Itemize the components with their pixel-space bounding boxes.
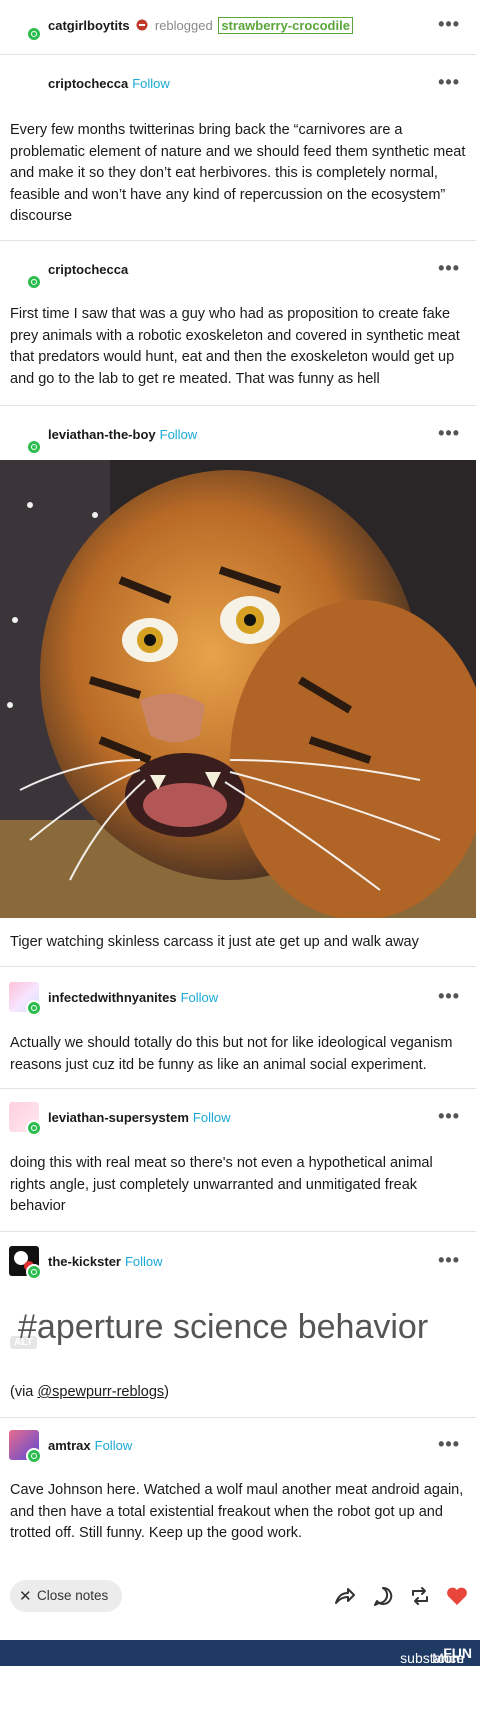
share-icon[interactable] [333,1585,355,1607]
post-header: criptochecca Follow ••• [0,66,476,106]
reblog-badge-icon [26,1000,42,1016]
post-header: leviathan-the-boy Follow ••• [0,417,476,457]
watermark-text: More like this at FUN substance .com [400,1645,472,1714]
more-options-icon[interactable]: ••• [438,258,460,279]
follow-button[interactable]: Follow [160,427,198,442]
post-header: leviathan-supersystem Follow ••• [0,1098,476,1138]
post-text: First time I saw that was a guy who had … [10,306,460,387]
more-options-icon[interactable]: ••• [438,423,460,444]
via-line: (via @spewpurr-reblogs) [10,1384,169,1400]
follow-button[interactable]: Follow [181,990,219,1005]
blog-badge-icon [136,19,148,31]
comment-icon[interactable] [372,1585,394,1607]
more-options-icon[interactable]: ••• [438,1434,460,1455]
more-options-icon[interactable]: ••• [438,1250,460,1271]
more-options-icon[interactable]: ••• [438,72,460,93]
post-text: Cave Johnson here. Watched a wolf maul a… [10,1482,464,1541]
header-username-text[interactable]: catgirlboytits [48,18,130,33]
close-icon: ✕ [19,1588,32,1605]
close-notes-button[interactable]: ✕ Close notes [10,1580,122,1612]
post-header: amtrax Follow ••• [0,1426,476,1466]
post-username[interactable]: criptochecca Follow [48,76,170,91]
post-username[interactable]: leviathan-the-boy Follow [48,427,197,442]
divider [0,54,476,55]
tag-image[interactable]: ALT #aperture science behavior [0,1296,476,1368]
post-header: the-kickster Follow ••• [0,1242,476,1282]
reblog-badge-icon [26,26,42,42]
follow-button[interactable]: Follow [193,1110,231,1125]
reblog-badge-icon [26,439,42,455]
post-username[interactable]: criptochecca [48,262,128,277]
reblog-badge-icon [26,1264,42,1280]
more-options-icon[interactable]: ••• [438,986,460,1007]
divider [0,1231,476,1232]
header-username[interactable]: catgirlboytits reblogged strawberry-croc… [48,17,353,34]
post-text: Every few months twitterinas bring back … [10,122,466,224]
divider [0,1088,476,1089]
follow-button[interactable]: Follow [132,76,170,91]
reblogged-from-link[interactable]: strawberry-crocodile [218,17,353,34]
follow-button[interactable]: Follow [95,1438,133,1453]
watermark-banner: More like this at FUN substance .com [0,1640,480,1714]
post-header: criptochecca ••• [0,252,476,292]
follow-button[interactable]: Follow [125,1254,163,1269]
reblog-badge-icon [26,1120,42,1136]
divider [0,405,476,406]
via-link[interactable]: @spewpurr-reblogs [37,1384,164,1400]
post-username[interactable]: leviathan-supersystem Follow [48,1110,230,1125]
divider [0,966,476,967]
tag-text: #aperture science behavior [18,1308,429,1346]
post-username[interactable]: the-kickster Follow [48,1254,163,1269]
reblog-header: catgirlboytits reblogged strawberry-croc… [0,8,476,48]
close-notes-label: Close notes [37,1588,109,1603]
post-username[interactable]: amtrax Follow [48,1438,132,1453]
divider [0,240,476,241]
tiger-image[interactable] [0,460,476,918]
divider [0,1417,476,1418]
reblog-badge-icon [26,274,42,290]
reblogged-label: reblogged [154,18,213,33]
post-username[interactable]: infectedwithnyanites Follow [48,990,218,1005]
post-header: infectedwithnyanites Follow ••• [0,978,476,1018]
like-icon[interactable] [445,1585,469,1607]
more-options-icon[interactable]: ••• [438,1106,460,1127]
more-options-icon[interactable]: ••• [438,14,460,35]
post-text: Actually we should totally do this but n… [10,1035,453,1073]
reblog-icon[interactable] [409,1585,431,1607]
post-text: doing this with real meat so there's not… [10,1155,433,1214]
reblog-badge-icon [26,1448,42,1464]
image-caption: Tiger watching skinless carcass it just … [10,934,419,950]
